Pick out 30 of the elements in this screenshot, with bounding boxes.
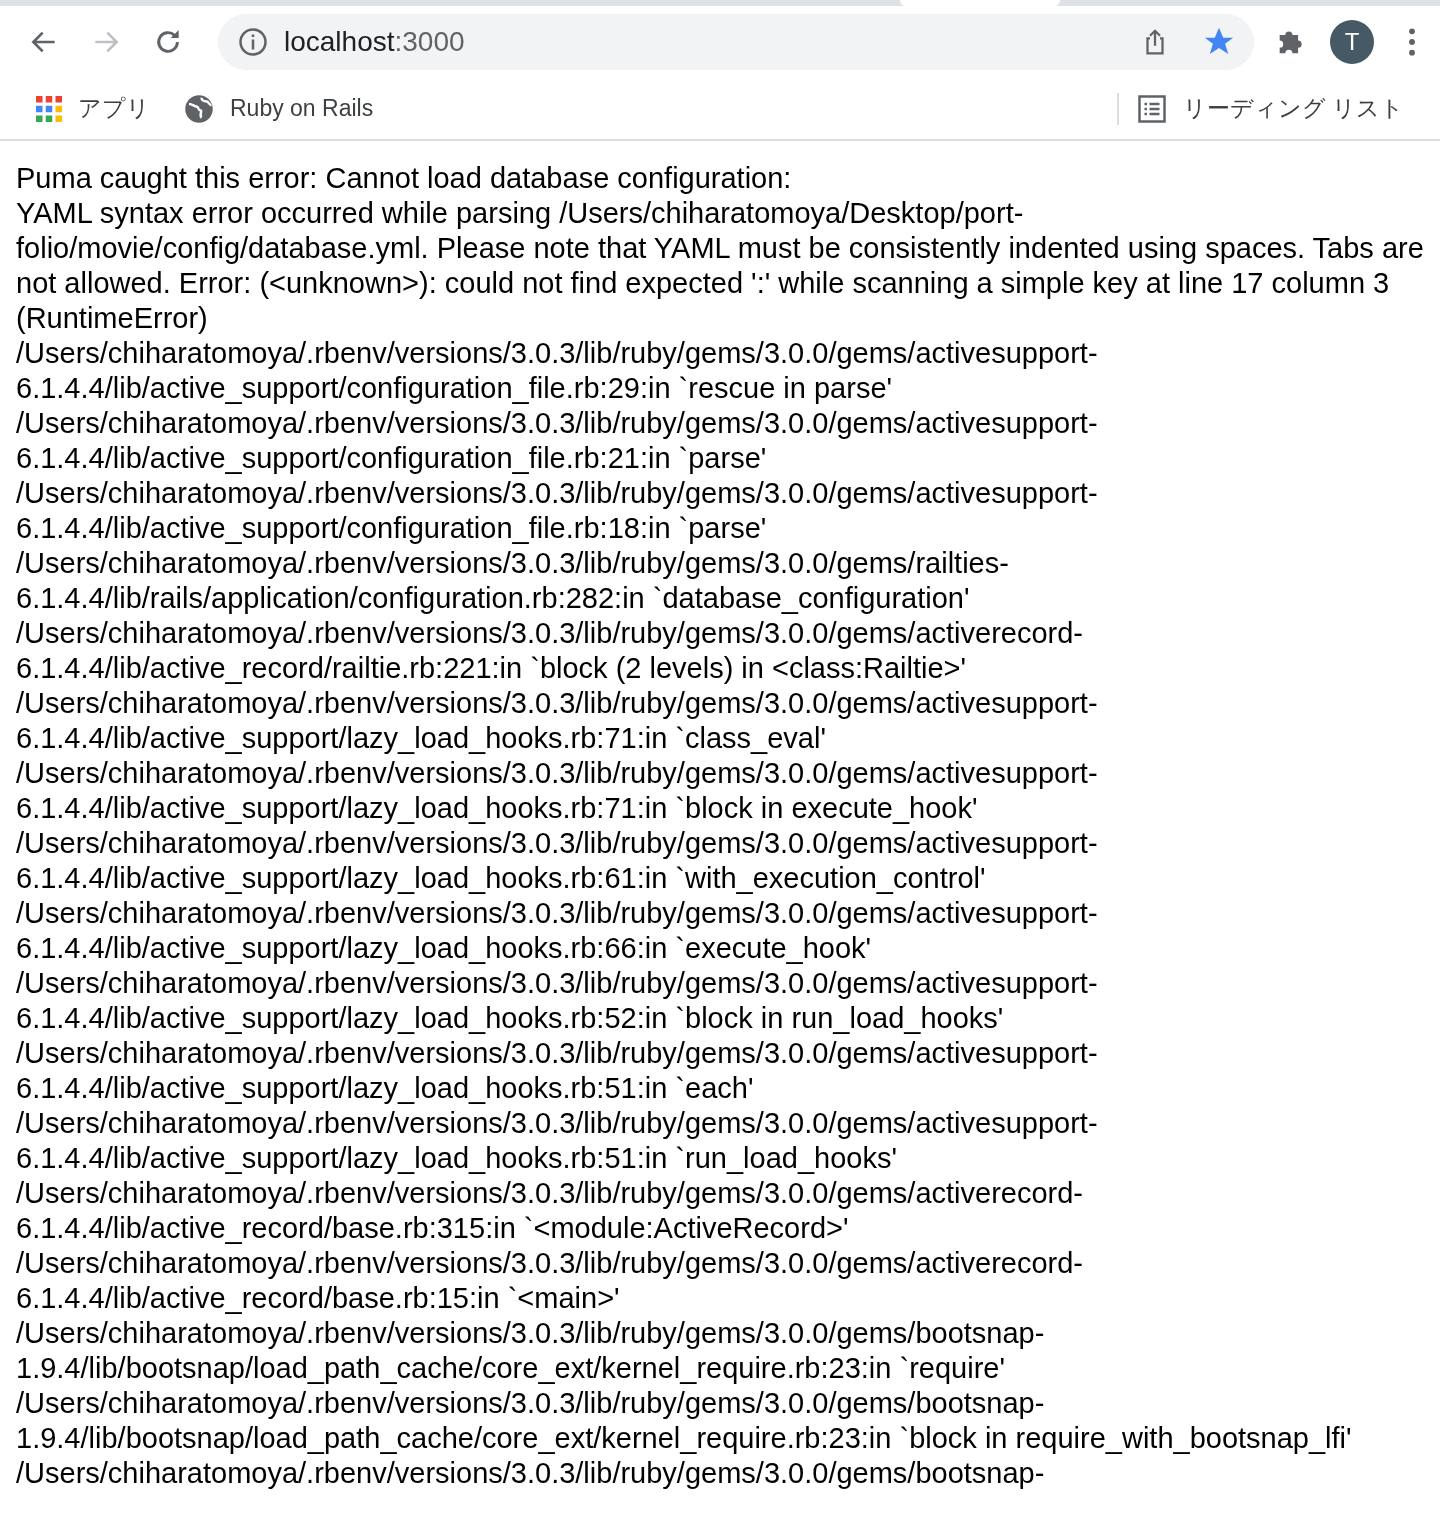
backtrace-line: /Users/chiharatomoya/.rbenv/versions/3.0.3/lib/ruby/gems/3.0.0/gems/activesupport-6.1.4.4/lib/active_support/lazy_load_hooks.rb:61:in `with_execution_control'	[16, 826, 1099, 896]
info-icon[interactable]	[238, 27, 268, 57]
backtrace-line: /Users/chiharatomoya/.rbenv/versions/3.0.3/lib/ruby/gems/3.0.0/gems/activesupport-6.1.4.4/lib/active_support/configuration_file.rb:21:in `parse'	[16, 406, 1099, 476]
url-text: localhost:3000	[284, 25, 465, 59]
apps-grid-icon	[36, 95, 62, 122]
backtrace-line: /Users/chiharatomoya/.rbenv/versions/3.0.3/lib/ruby/gems/3.0.0/gems/activesupport-6.1.4.4/lib/active_support/lazy_load_hooks.rb:52:in `block in run_load_hooks'	[16, 966, 1099, 1036]
backtrace-line: /Users/chiharatomoya/.rbenv/versions/3.0.3/lib/ruby/gems/3.0.0/gems/activesupport-6.1.4.4/lib/active_support/lazy_load_hooks.rb:66:in `execute_hook'	[16, 896, 1099, 966]
backtrace-line: /Users/chiharatomoya/.rbenv/versions/3.0.3/lib/ruby/gems/3.0.0/gems/activerecord-6.1.4.4/lib/active_record/base.rb:15:in `<main>'	[16, 1246, 1085, 1316]
backtrace-line: /Users/chiharatomoya/.rbenv/versions/3.0.3/lib/ruby/gems/3.0.0/gems/railties-6.1.4.4/lib/rails/application/configuration.rb:282:in `database_configuration'	[16, 546, 1010, 616]
address-bar[interactable]: localhost:3000	[218, 14, 1254, 70]
backtrace-line: /Users/chiharatomoya/.rbenv/versions/3.0.3/lib/ruby/gems/3.0.0/gems/activerecord-6.1.4.4/lib/active_record/railtie.rb:221:in `block (2 levels) in <class:Railtie>'	[16, 616, 1085, 686]
backtrace-line: /Users/chiharatomoya/.rbenv/versions/3.0.3/lib/ruby/gems/3.0.0/gems/bootsnap-1.9.4/lib/bootsnap/load_path_cache/core_ext/kernel_require.rb:23:in `block in require_with_bootsnap_lfi'	[16, 1386, 1353, 1456]
backtrace-line: /Users/chiharatomoya/.rbenv/versions/3.0.3/lib/ruby/gems/3.0.0/gems/activesupport-6.1.4.4/lib/active_support/lazy_load_hooks.rb:51:in `each'	[16, 1036, 1099, 1106]
backtrace-line: /Users/chiharatomoya/.rbenv/versions/3.0.3/lib/ruby/gems/3.0.0/gems/activerecord-6.1.4.4/lib/active_record/base.rb:315:in `<module:ActiveRecord>'	[16, 1176, 1085, 1246]
bookmark-item[interactable]: Ruby on Rails	[178, 87, 380, 130]
error-message: YAML syntax error occurred while parsing /Users/chiharatomoya/Desktop/port-folio/movie/config/database.yml. Please note that YAML must be consistently indented using spaces. Tabs are not allowed. Error: (<unknown>): could not find expected ':' while scanning a simple key at line 17 column 3 (RuntimeError)	[16, 196, 1424, 336]
backtrace-line: /Users/chiharatomoya/.rbenv/versions/3.0.3/lib/ruby/gems/3.0.0/gems/activesupport-6.1.4.4/lib/active_support/lazy_load_hooks.rb:71:in `class_eval'	[16, 686, 1099, 756]
error-heading: Puma caught this error: Cannot load database configuration:	[16, 161, 793, 196]
globe-icon	[184, 93, 214, 124]
backtrace-line: /Users/chiharatomoya/.rbenv/versions/3.0.3/lib/ruby/gems/3.0.0/gems/activesupport-6.1.4.4/lib/active_support/configuration_file.rb:18:in `parse'	[16, 476, 1099, 546]
backtrace-line: /Users/chiharatomoya/.rbenv/versions/3.0.3/lib/ruby/gems/3.0.0/gems/activesupport-6.1.4.4/lib/active_support/lazy_load_hooks.rb:51:in `run_load_hooks'	[16, 1106, 1099, 1176]
list-icon	[1136, 93, 1167, 124]
backtrace-line: /Users/chiharatomoya/.rbenv/versions/3.0.3/lib/ruby/gems/3.0.0/gems/activesupport-6.1.4.4/lib/active_support/configuration_file.rb:29:in `rescue in parse'	[16, 336, 1099, 406]
backtrace-line: /Users/chiharatomoya/.rbenv/versions/3.0.3/lib/ruby/gems/3.0.0/gems/bootsnap-	[16, 1456, 1046, 1491]
reading-list-button[interactable]: リーディング リスト	[1130, 87, 1410, 130]
menu-icon[interactable]	[1406, 26, 1418, 58]
backtrace-line: /Users/chiharatomoya/.rbenv/versions/3.0.3/lib/ruby/gems/3.0.0/gems/activesupport-6.1.4.4/lib/active_support/lazy_load_hooks.rb:71:in `block in execute_hook'	[16, 756, 1099, 826]
backtrace-line: /Users/chiharatomoya/.rbenv/versions/3.0.3/lib/ruby/gems/3.0.0/gems/bootsnap-1.9.4/lib/bootsnap/load_path_cache/core_ext/kernel_require.rb:23:in `require'	[16, 1316, 1046, 1386]
profile-avatar[interactable]: T	[1330, 20, 1374, 64]
bookmark-item[interactable]: アプリ	[30, 87, 156, 130]
